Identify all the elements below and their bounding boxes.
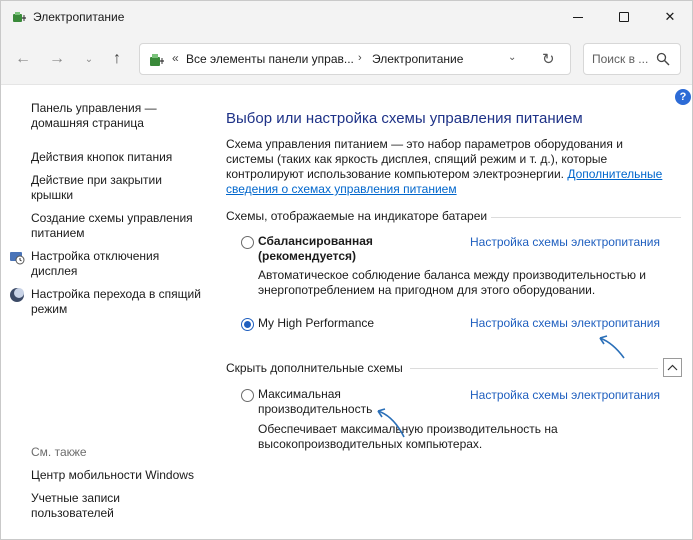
chevron-up-icon xyxy=(667,364,678,371)
minimize-icon xyxy=(573,16,583,18)
title-bar[interactable]: Электропитание ✕ xyxy=(1,1,692,33)
plan-balanced-radio[interactable] xyxy=(241,236,254,249)
up-button[interactable]: ↑ xyxy=(105,47,129,71)
sidebar-item-sleep[interactable]: Настройка перехода в спящий режим xyxy=(31,287,201,317)
plan-balanced-name[interactable]: Сбалансированная (рекомендуется) xyxy=(258,234,458,264)
arrow-right-icon: → xyxy=(49,50,65,67)
chevron-down-icon: ⌄ xyxy=(84,53,94,65)
sidebar: Панель управления — домашняя страница Де… xyxy=(1,85,206,539)
plan-balanced-description: Автоматическое соблюдение баланса между … xyxy=(258,268,647,297)
collapse-hidden-plans-button[interactable] xyxy=(663,358,682,377)
plan-ultimate-performance-description: Обеспечивает максимальную производительн… xyxy=(258,422,558,451)
see-also-heading: См. также xyxy=(31,445,87,459)
recent-locations-button[interactable]: ⌄ xyxy=(77,47,101,71)
refresh-icon[interactable]: ↻ xyxy=(542,50,555,68)
sidebar-item-display-off[interactable]: Настройка отключения дисплея xyxy=(31,249,201,279)
search-box[interactable]: Поиск в ... xyxy=(583,43,681,75)
chevron-right-icon[interactable]: › xyxy=(358,52,362,64)
arrow-up-icon: ↑ xyxy=(113,50,121,67)
sidebar-item-power-buttons[interactable]: Действия кнопок питания xyxy=(31,150,201,165)
back-button[interactable]: ← xyxy=(11,47,35,71)
plan-ultimate-performance-settings-link[interactable]: Настройка схемы электропитания xyxy=(470,388,660,402)
section-divider xyxy=(491,217,681,218)
plan-high-performance-radio[interactable] xyxy=(241,318,254,331)
breadcrumb-power-options[interactable]: Электропитание xyxy=(372,52,463,66)
page-title: Выбор или настройка схемы управления пит… xyxy=(226,110,583,127)
plan-high-performance-name[interactable]: My High Performance xyxy=(258,316,374,331)
maximize-button[interactable] xyxy=(601,1,647,33)
close-button[interactable]: ✕ xyxy=(647,1,692,33)
window-title: Электропитание xyxy=(33,10,125,24)
close-icon: ✕ xyxy=(664,9,676,24)
plan-ultimate-performance-radio[interactable] xyxy=(241,389,254,402)
address-bar[interactable]: « Все элементы панели управ... › Электро… xyxy=(139,43,571,75)
display-schedule-icon xyxy=(10,252,25,265)
sidebar-home-link[interactable]: Панель управления — домашняя страница xyxy=(31,101,201,131)
plan-ultimate-performance-name[interactable]: Максимальная производительность xyxy=(258,387,458,417)
sidebar-item-lid-close[interactable]: Действие при закрытии крышки xyxy=(31,173,201,203)
help-icon[interactable]: ? xyxy=(675,89,691,105)
page-description: Схема управления питанием — это набор па… xyxy=(226,137,666,197)
plan-balanced-settings-link[interactable]: Настройка схемы электропитания xyxy=(470,235,660,249)
battery-plans-heading: Схемы, отображаемые на индикаторе батаре… xyxy=(226,209,488,223)
search-placeholder[interactable]: Поиск в ... xyxy=(592,52,648,66)
annotation-arrow-icon xyxy=(599,335,625,359)
breadcrumb-overflow-icon[interactable]: « xyxy=(172,51,179,65)
description-text: Схема управления питанием — это набор па… xyxy=(226,137,623,181)
see-also-mobility-center[interactable]: Центр мобильности Windows xyxy=(31,468,201,483)
forward-button[interactable]: → xyxy=(45,47,69,71)
sleep-moon-icon xyxy=(10,288,24,302)
arrow-left-icon: ← xyxy=(15,50,31,67)
hidden-plans-heading: Скрыть дополнительные схемы xyxy=(226,361,403,375)
power-options-window: Электропитание ✕ ← → ⌄ ↑ « Все элементы … xyxy=(0,0,693,540)
maximize-icon xyxy=(619,12,629,22)
address-dropdown-icon[interactable]: ⌄ xyxy=(508,52,516,63)
annotation-arrow-icon xyxy=(377,408,405,438)
see-also-user-accounts[interactable]: Учетные записи пользователей xyxy=(31,491,201,521)
search-icon[interactable] xyxy=(656,52,670,66)
breadcrumb-all-items[interactable]: Все элементы панели управ... xyxy=(186,52,354,66)
sidebar-item-create-plan[interactable]: Создание схемы управления питанием xyxy=(31,211,201,241)
section-divider xyxy=(410,368,658,369)
control-panel-icon xyxy=(150,54,164,66)
power-options-icon xyxy=(13,12,26,22)
navigation-bar: ← → ⌄ ↑ « Все элементы панели управ... ›… xyxy=(1,33,692,85)
minimize-button[interactable] xyxy=(555,1,601,33)
